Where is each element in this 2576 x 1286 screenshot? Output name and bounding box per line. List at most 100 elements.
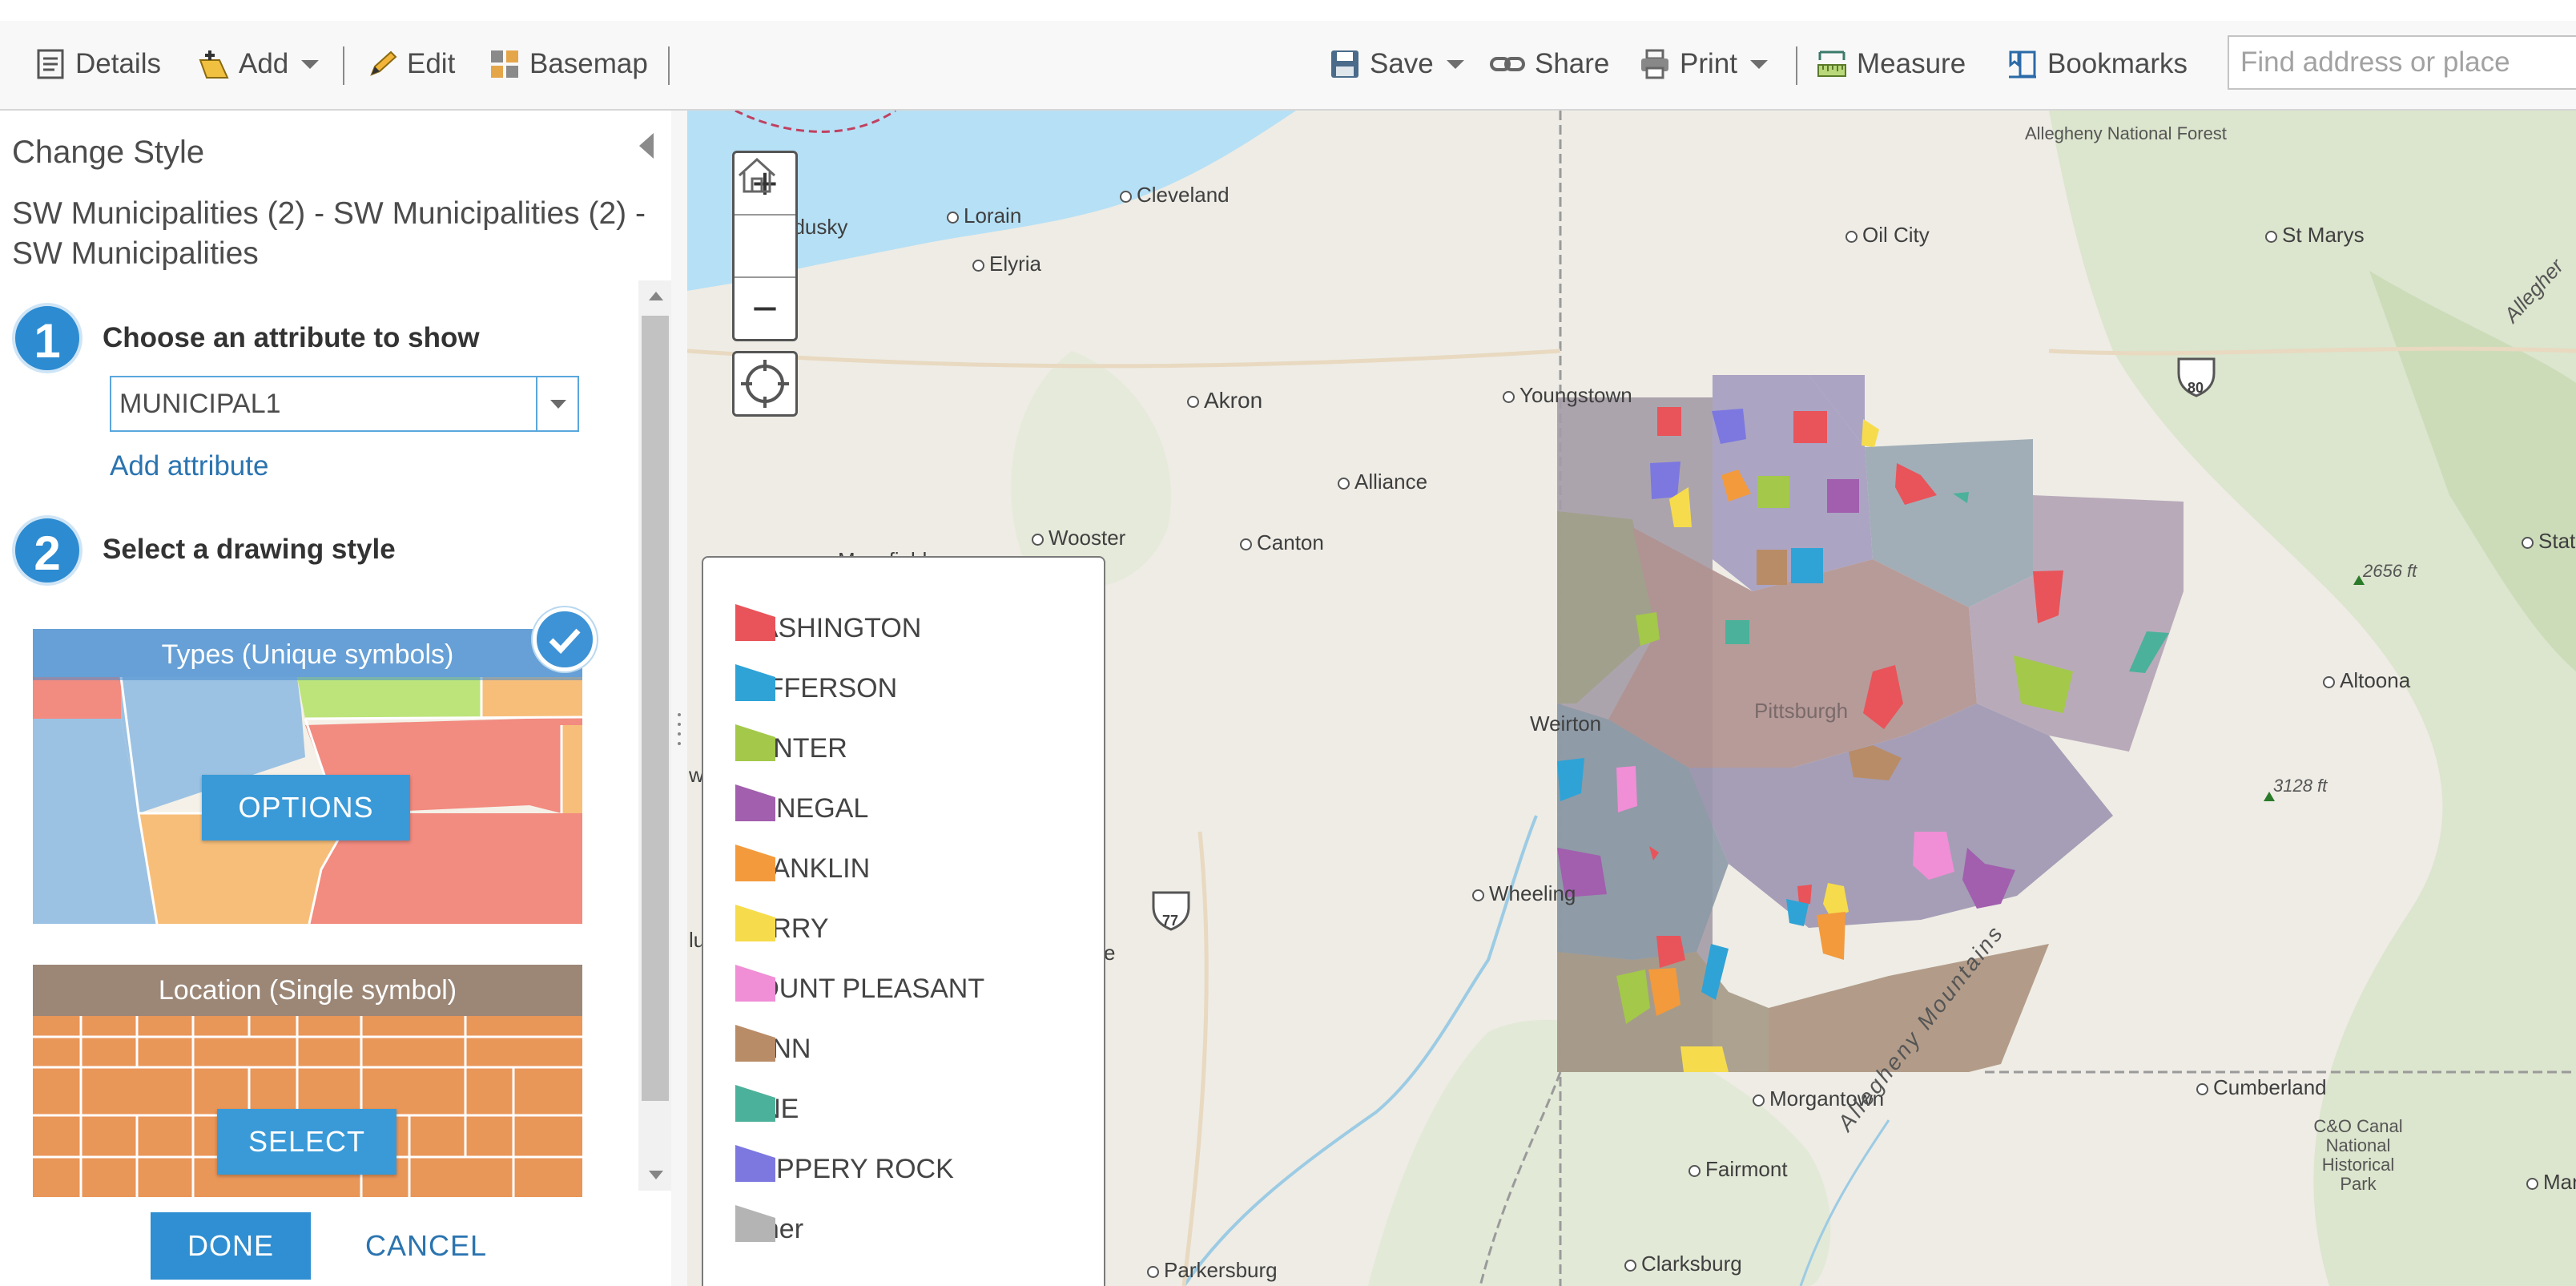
place-label: Fairmont xyxy=(1688,1157,1788,1182)
save-disk-icon xyxy=(1330,49,1360,79)
select-button[interactable]: SELECT xyxy=(217,1109,396,1175)
place-label: Cumberland xyxy=(2196,1075,2327,1100)
zoom-out-button[interactable]: − xyxy=(735,278,795,339)
home-button[interactable] xyxy=(735,157,795,278)
legend-item: DONEGAL xyxy=(735,784,868,832)
place-label: Weirton xyxy=(1530,712,1602,736)
share-link-icon xyxy=(1490,49,1525,79)
add-label: Add xyxy=(239,48,289,79)
place-label: Lorain xyxy=(947,204,1021,228)
elevation-label: 2656 ft xyxy=(2363,561,2417,581)
style-card-location[interactable]: Location (Single symbol) SELECT xyxy=(33,965,582,1197)
legend-item: CENTER xyxy=(735,724,847,772)
step-2-badge: 2 xyxy=(12,515,83,586)
edit-label: Edit xyxy=(407,48,456,79)
measure-label: Measure xyxy=(1857,48,1966,79)
panel-scrollbar[interactable] xyxy=(638,280,672,1191)
locate-button[interactable] xyxy=(732,351,798,417)
legend-item: Other xyxy=(735,1205,803,1253)
bookmarks-label: Bookmarks xyxy=(2047,48,2188,79)
legend-item: FRANKLIN xyxy=(735,845,870,893)
done-button[interactable]: DONE xyxy=(151,1212,311,1280)
share-label: Share xyxy=(1535,48,1610,79)
details-button[interactable]: Details xyxy=(35,37,161,91)
save-button[interactable]: Save xyxy=(1330,37,1464,91)
print-button[interactable]: Print xyxy=(1640,37,1768,91)
change-style-panel: Change Style SW Municipalities (2) - SW … xyxy=(0,111,672,1286)
legend-item: WASHINGTON xyxy=(735,604,921,652)
place-label: Canton xyxy=(1240,530,1324,555)
print-dropdown-icon xyxy=(1749,59,1768,69)
bookmark-icon xyxy=(2007,49,2038,79)
measure-ruler-icon xyxy=(1817,49,1847,79)
legend-swatch xyxy=(735,1145,775,1182)
collapse-panel-icon[interactable] xyxy=(639,133,654,159)
place-label: State xyxy=(2522,529,2576,554)
toolbar-divider xyxy=(343,46,344,85)
add-button[interactable]: Add xyxy=(199,37,320,91)
place-label: Allegheny National Forest xyxy=(2025,123,2227,143)
legend-item: PENN xyxy=(735,1025,811,1073)
chevron-down-icon[interactable] xyxy=(536,377,578,430)
top-toolbar: Details Add Edit Basemap Save Share Prin… xyxy=(0,0,2576,111)
legend-swatch xyxy=(735,724,775,761)
add-dropdown-icon xyxy=(301,59,320,69)
selected-check-icon xyxy=(533,607,597,671)
legend-item: JEFFERSON xyxy=(735,664,897,712)
basemap-grid-icon xyxy=(489,49,520,79)
step-2-label: Select a drawing style xyxy=(103,534,396,565)
place-label: Oil City xyxy=(1845,223,1930,248)
layer-name: SW Municipalities (2) - SW Municipalitie… xyxy=(12,196,646,271)
legend-swatch xyxy=(735,845,775,881)
place-label: Youngstown xyxy=(1503,383,1632,408)
legend-swatch xyxy=(735,1025,775,1062)
legend-swatch xyxy=(735,1085,775,1122)
basemap-label: Basemap xyxy=(529,48,648,79)
edit-button[interactable]: Edit xyxy=(367,37,455,91)
cancel-button[interactable]: CANCEL xyxy=(365,1212,487,1280)
place-label: C&O Canal National Historical Park xyxy=(2313,1116,2403,1194)
panel-resize-handle[interactable] xyxy=(671,111,687,1286)
place-label: Martinsb xyxy=(2526,1170,2576,1195)
style-card-types-caption: Types (Unique symbols) xyxy=(33,629,582,680)
save-label: Save xyxy=(1370,48,1434,79)
legend-item: PINE xyxy=(735,1085,799,1133)
add-attribute-link[interactable]: Add attribute xyxy=(110,450,268,482)
save-dropdown-icon xyxy=(1446,59,1464,69)
place-label: e xyxy=(1104,941,1116,965)
scroll-up-icon[interactable] xyxy=(649,292,663,300)
toolbar-divider xyxy=(668,46,670,85)
basemap-button[interactable]: Basemap xyxy=(489,37,648,91)
options-button[interactable]: OPTIONS xyxy=(202,775,410,841)
legend-item: PERRY xyxy=(735,905,829,953)
step-1-label: Choose an attribute to show xyxy=(103,322,480,353)
map-view[interactable]: 80 77 Allegheny National Forest Clevelan… xyxy=(687,111,2576,1286)
step-1-badge: 1 xyxy=(12,303,83,373)
legend-swatch xyxy=(735,905,775,941)
attribute-select[interactable]: MUNICIPAL1 xyxy=(110,376,579,432)
toolbar-divider xyxy=(1796,46,1797,85)
details-icon xyxy=(35,49,66,79)
legend-item: SLIPPERY ROCK xyxy=(735,1145,954,1193)
details-label: Details xyxy=(75,48,161,79)
attribute-select-value: MUNICIPAL1 xyxy=(119,389,281,419)
bookmarks-button[interactable]: Bookmarks xyxy=(2007,37,2188,91)
search-input[interactable] xyxy=(2228,35,2576,90)
legend-swatch xyxy=(735,784,775,821)
scrollbar-thumb[interactable] xyxy=(642,316,669,1101)
scroll-down-icon[interactable] xyxy=(649,1171,663,1179)
style-card-location-caption: Location (Single symbol) xyxy=(33,965,582,1016)
place-label: Clarksburg xyxy=(1624,1252,1742,1276)
place-label: Akron xyxy=(1187,388,1262,413)
place-label: Parkersburg xyxy=(1147,1258,1278,1283)
measure-button[interactable]: Measure xyxy=(1817,37,1966,91)
place-label: Elyria xyxy=(972,252,1041,276)
interstate-80-label: 80 xyxy=(2188,380,2204,396)
zoom-controls: + − xyxy=(732,151,798,341)
style-card-types[interactable]: Types (Unique symbols) OPTIONS xyxy=(33,629,582,924)
legend-item: MOUNT PLEASANT xyxy=(735,965,984,1013)
legend-panel: WASHINGTON JEFFERSON CENTER DONEGAL FRANKLIN… xyxy=(702,556,1105,1286)
share-button[interactable]: Share xyxy=(1490,37,1609,91)
legend-swatch xyxy=(735,604,775,641)
place-label: Wheeling xyxy=(1472,881,1576,906)
